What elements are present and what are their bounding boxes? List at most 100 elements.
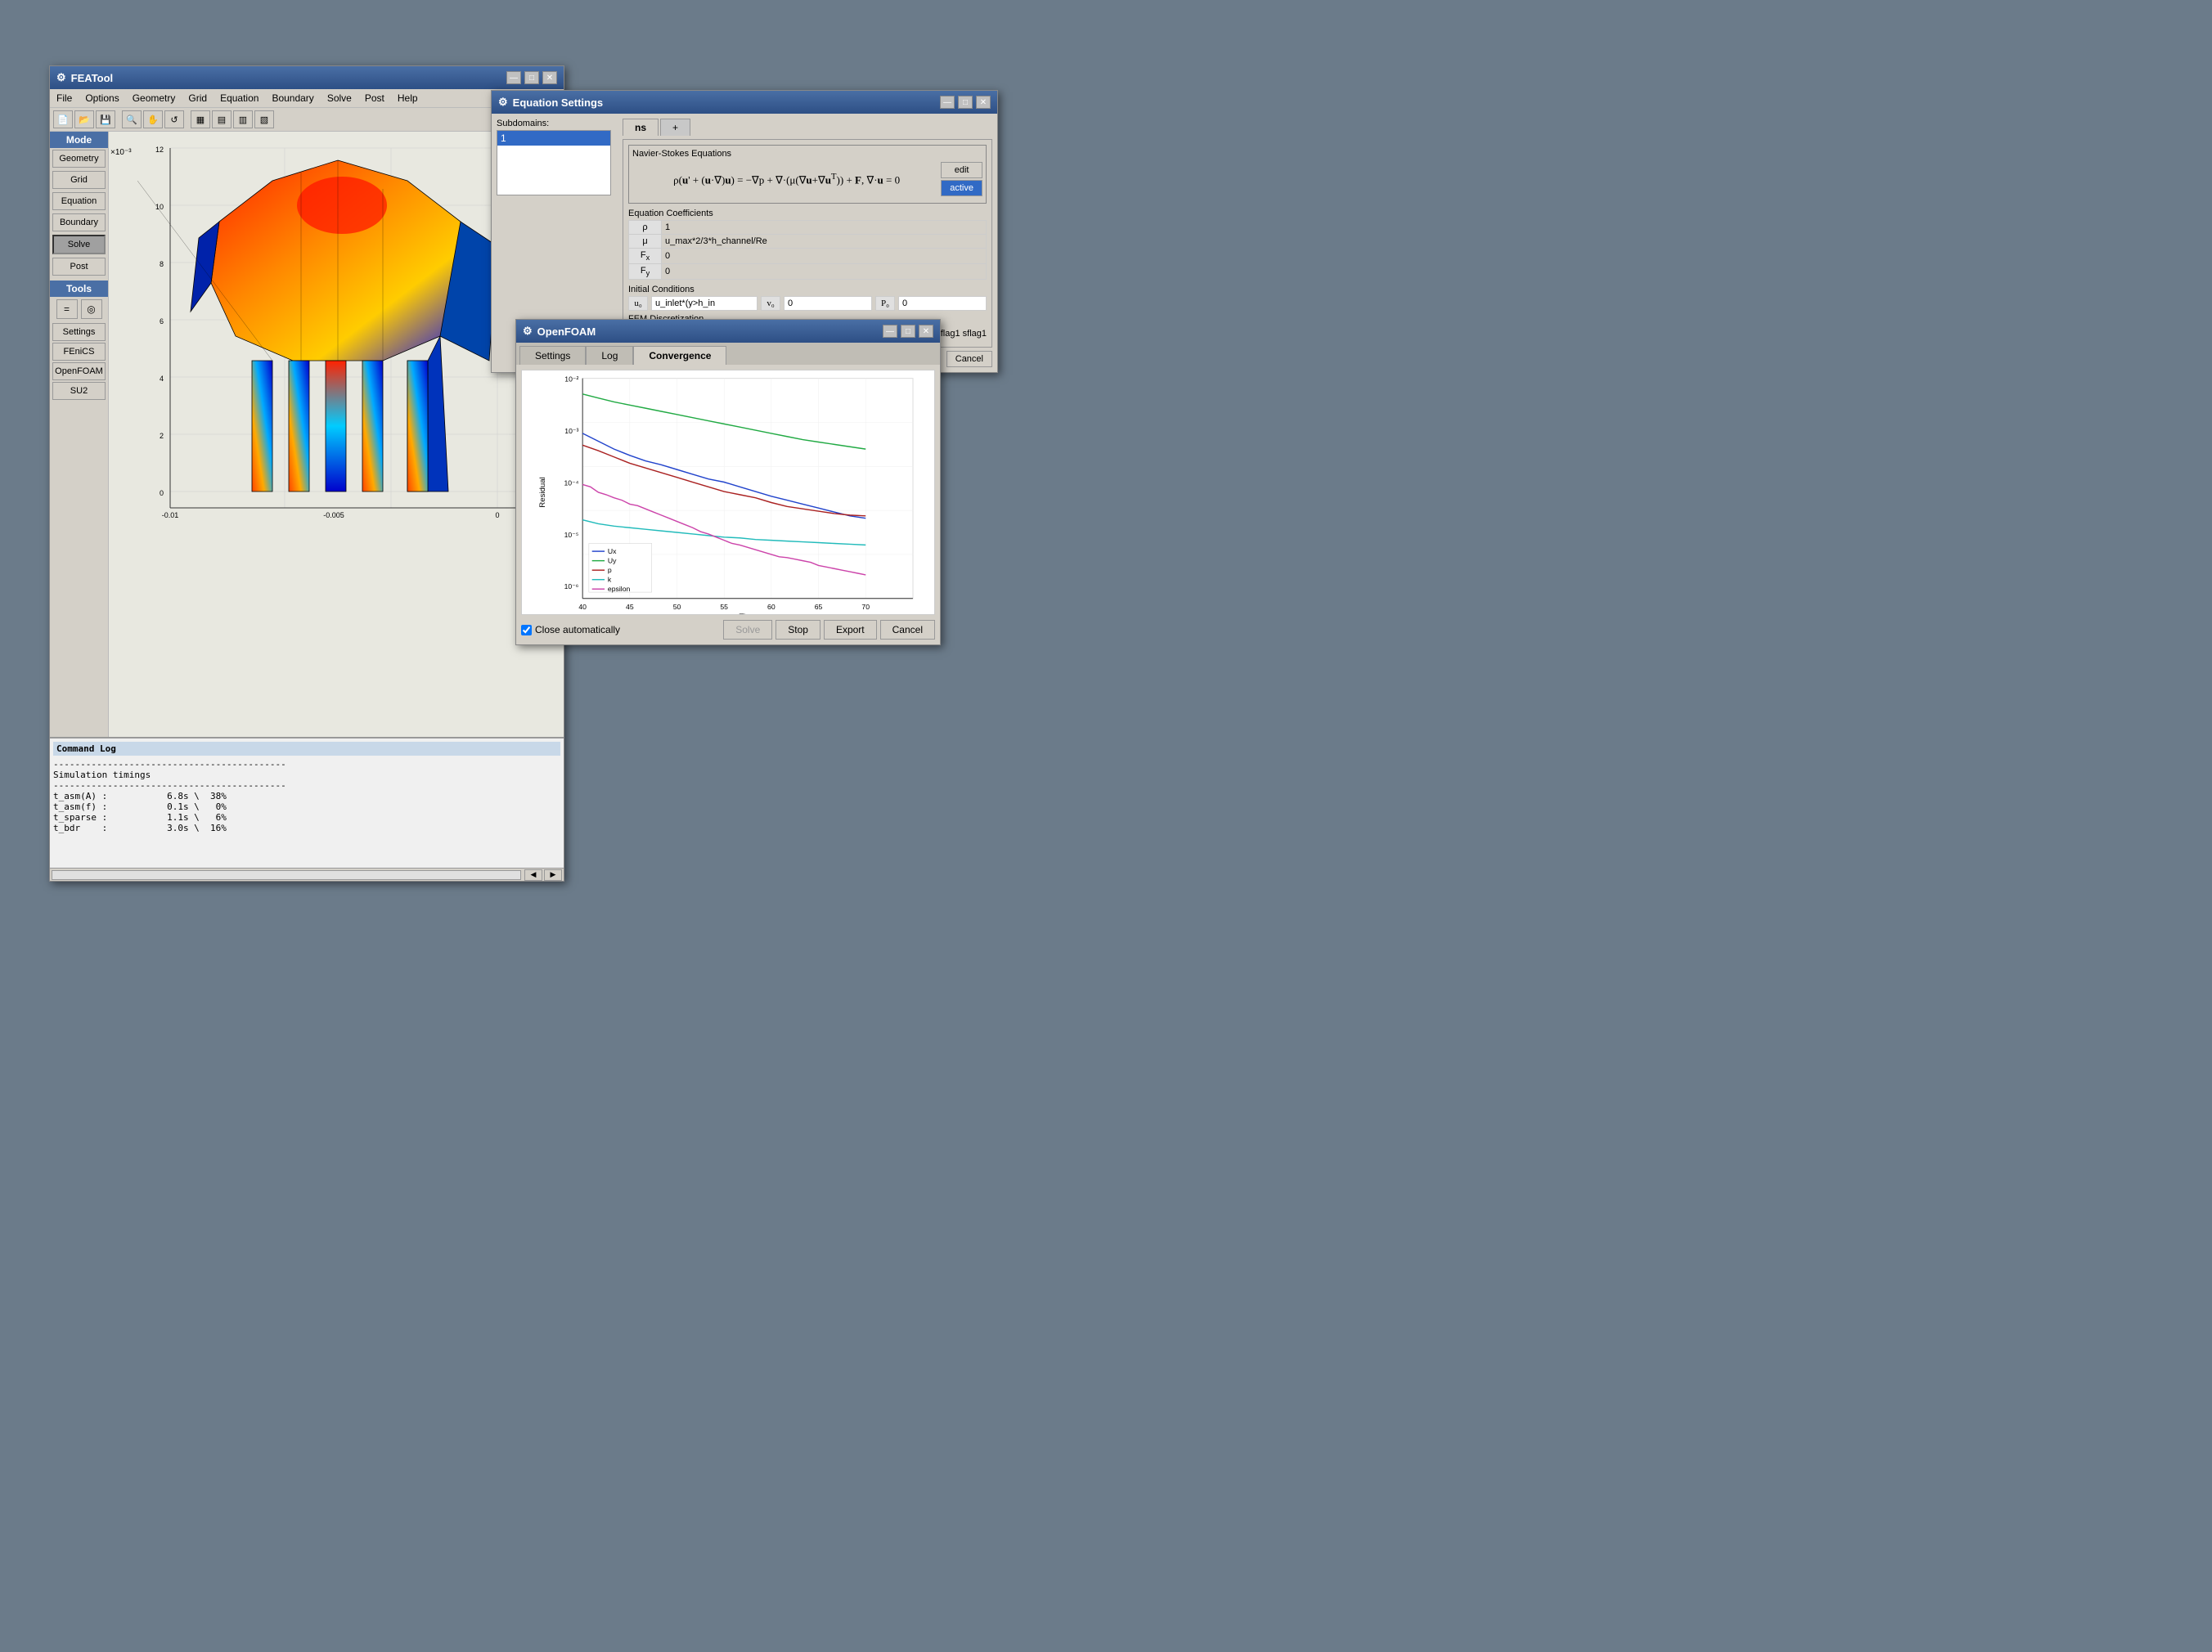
menu-help[interactable]: Help	[394, 91, 421, 105]
eq-minimize-button[interactable]: —	[940, 96, 955, 109]
svg-text:10⁻⁶: 10⁻⁶	[564, 582, 579, 590]
toolbar-new[interactable]: 📄	[53, 110, 73, 128]
coeff-row-fx: Fx 0	[629, 249, 987, 264]
toolbar-pan[interactable]: ✋	[143, 110, 163, 128]
coeff-row-mu: μ u_max*2/3*h_channel/Re	[629, 235, 987, 249]
command-log: Command Log ----------------------------…	[50, 737, 564, 868]
nav-arrows: ◀ ▶	[524, 869, 562, 881]
menu-post[interactable]: Post	[362, 91, 388, 105]
solve-button[interactable]: Solve	[723, 620, 772, 640]
ic-input-v0[interactable]	[784, 296, 872, 311]
log-line-4: t_asm(A) : 6.8s \ 38%	[53, 791, 560, 801]
log-line-1: ----------------------------------------…	[53, 759, 560, 770]
maximize-button[interactable]: □	[524, 71, 539, 84]
sidebar-btn-settings[interactable]: Settings	[52, 323, 106, 341]
of-title: ⚙ OpenFOAM	[523, 325, 596, 338]
toolbar-chart4[interactable]: ▧	[254, 110, 274, 128]
svg-text:-0.01: -0.01	[162, 511, 179, 519]
of-cancel-button[interactable]: Cancel	[880, 620, 935, 640]
main-content: Mode Geometry Grid Equation Boundary Sol…	[50, 132, 564, 737]
sidebar-btn-fenics[interactable]: FEniCS	[52, 343, 106, 361]
svg-text:45: 45	[626, 603, 634, 611]
ic-input-p0[interactable]	[898, 296, 987, 311]
eq-window-controls[interactable]: — □ ✕	[940, 96, 991, 109]
subdomains-label: Subdomains:	[497, 119, 618, 128]
sidebar-btn-equation[interactable]: Equation	[52, 192, 106, 210]
eq-formula: ρ(u' + (u·∇)u) = −∇p + ∇·(μ(∇u+∇uT)) + F…	[632, 172, 941, 186]
nav-left[interactable]: ◀	[524, 869, 542, 881]
menu-grid[interactable]: Grid	[185, 91, 210, 105]
toolbar-chart3[interactable]: ▥	[233, 110, 253, 128]
active-button[interactable]: active	[941, 180, 982, 196]
sidebar-btn-boundary[interactable]: Boundary	[52, 213, 106, 231]
close-button[interactable]: ✕	[542, 71, 557, 84]
toolbar-chart2[interactable]: ▤	[212, 110, 232, 128]
init-cond-row: u₀ v₀ P₀	[628, 296, 987, 311]
svg-text:12: 12	[155, 146, 164, 154]
svg-text:4: 4	[160, 375, 164, 383]
toolbar-save[interactable]: 💾	[96, 110, 115, 128]
command-log-title: Command Log	[53, 742, 560, 756]
eq-close-button[interactable]: ✕	[976, 96, 991, 109]
svg-text:k: k	[608, 576, 612, 584]
of-tab-settings[interactable]: Settings	[519, 346, 586, 365]
coeff-row-rho: ρ 1	[629, 221, 987, 235]
of-maximize-button[interactable]: □	[901, 325, 915, 338]
horizontal-scrollbar[interactable]	[52, 870, 521, 880]
export-button[interactable]: Export	[824, 620, 877, 640]
nav-right[interactable]: ▶	[544, 869, 562, 881]
toolbar-open[interactable]: 📂	[74, 110, 94, 128]
toolbar-zoom[interactable]: 🔍	[122, 110, 142, 128]
subdomain-item-1[interactable]: 1	[497, 131, 610, 146]
coeff-label-fx: Fx	[629, 249, 662, 264]
tab-ns[interactable]: ns	[623, 119, 659, 136]
toolbar-chart1[interactable]: ▦	[191, 110, 210, 128]
ic-input-u0[interactable]	[651, 296, 758, 311]
tool-circle-btn[interactable]: ◎	[81, 299, 102, 319]
sidebar-btn-solve[interactable]: Solve	[52, 235, 106, 254]
sidebar-btn-openfoam[interactable]: OpenFOAM	[52, 362, 106, 380]
tab-plus[interactable]: +	[660, 119, 690, 136]
close-auto-checkbox[interactable]	[521, 625, 532, 635]
eq-icon: ⚙	[498, 96, 508, 109]
tool-equals-btn[interactable]: =	[56, 299, 78, 319]
log-line-7: t_bdr : 3.0s \ 16%	[53, 823, 560, 833]
coeff-value-fx: 0	[662, 249, 987, 264]
eq-cancel-button[interactable]: Cancel	[946, 351, 992, 367]
featool-window: ⚙ FEATool — □ ✕ File Options Geometry Gr…	[49, 65, 564, 882]
close-auto-label[interactable]: Close automatically	[521, 624, 720, 635]
of-close-button[interactable]: ✕	[919, 325, 933, 338]
of-tab-log[interactable]: Log	[586, 346, 633, 365]
menu-file[interactable]: File	[53, 91, 75, 105]
sidebar-btn-grid[interactable]: Grid	[52, 171, 106, 189]
of-tab-convergence[interactable]: Convergence	[633, 346, 726, 365]
menu-equation[interactable]: Equation	[217, 91, 262, 105]
sidebar-btn-post[interactable]: Post	[52, 258, 106, 276]
eq-maximize-button[interactable]: □	[958, 96, 973, 109]
menu-geometry[interactable]: Geometry	[129, 91, 179, 105]
eq-tab-bar: ns +	[623, 119, 992, 136]
coeff-row-fy: Fy 0	[629, 264, 987, 280]
menu-boundary[interactable]: Boundary	[268, 91, 317, 105]
log-line-3: ----------------------------------------…	[53, 780, 560, 791]
stop-button[interactable]: Stop	[776, 620, 821, 640]
svg-text:8: 8	[160, 260, 164, 268]
minimize-button[interactable]: —	[506, 71, 521, 84]
sidebar-btn-su2[interactable]: SU2	[52, 382, 106, 400]
mode-label: Mode	[50, 132, 108, 148]
toolbar-undo[interactable]: ↺	[164, 110, 184, 128]
ic-label-v0: v₀	[761, 296, 780, 311]
menu-solve[interactable]: Solve	[324, 91, 355, 105]
subdomains-list[interactable]: 1	[497, 130, 611, 195]
edit-button[interactable]: edit	[941, 162, 982, 178]
featool-icon: ⚙	[56, 71, 66, 84]
of-buttons-row: Close automatically Solve Stop Export Ca…	[521, 620, 935, 640]
of-minimize-button[interactable]: —	[883, 325, 897, 338]
coeff-label-mu: μ	[629, 235, 662, 249]
menu-options[interactable]: Options	[82, 91, 122, 105]
of-window-controls[interactable]: — □ ✕	[883, 325, 933, 338]
coeff-value-mu: u_max*2/3*h_channel/Re	[662, 235, 987, 249]
ns-group-title: Navier-Stokes Equations	[632, 149, 982, 159]
featool-window-controls[interactable]: — □ ✕	[506, 71, 557, 84]
sidebar-btn-geometry[interactable]: Geometry	[52, 150, 106, 168]
